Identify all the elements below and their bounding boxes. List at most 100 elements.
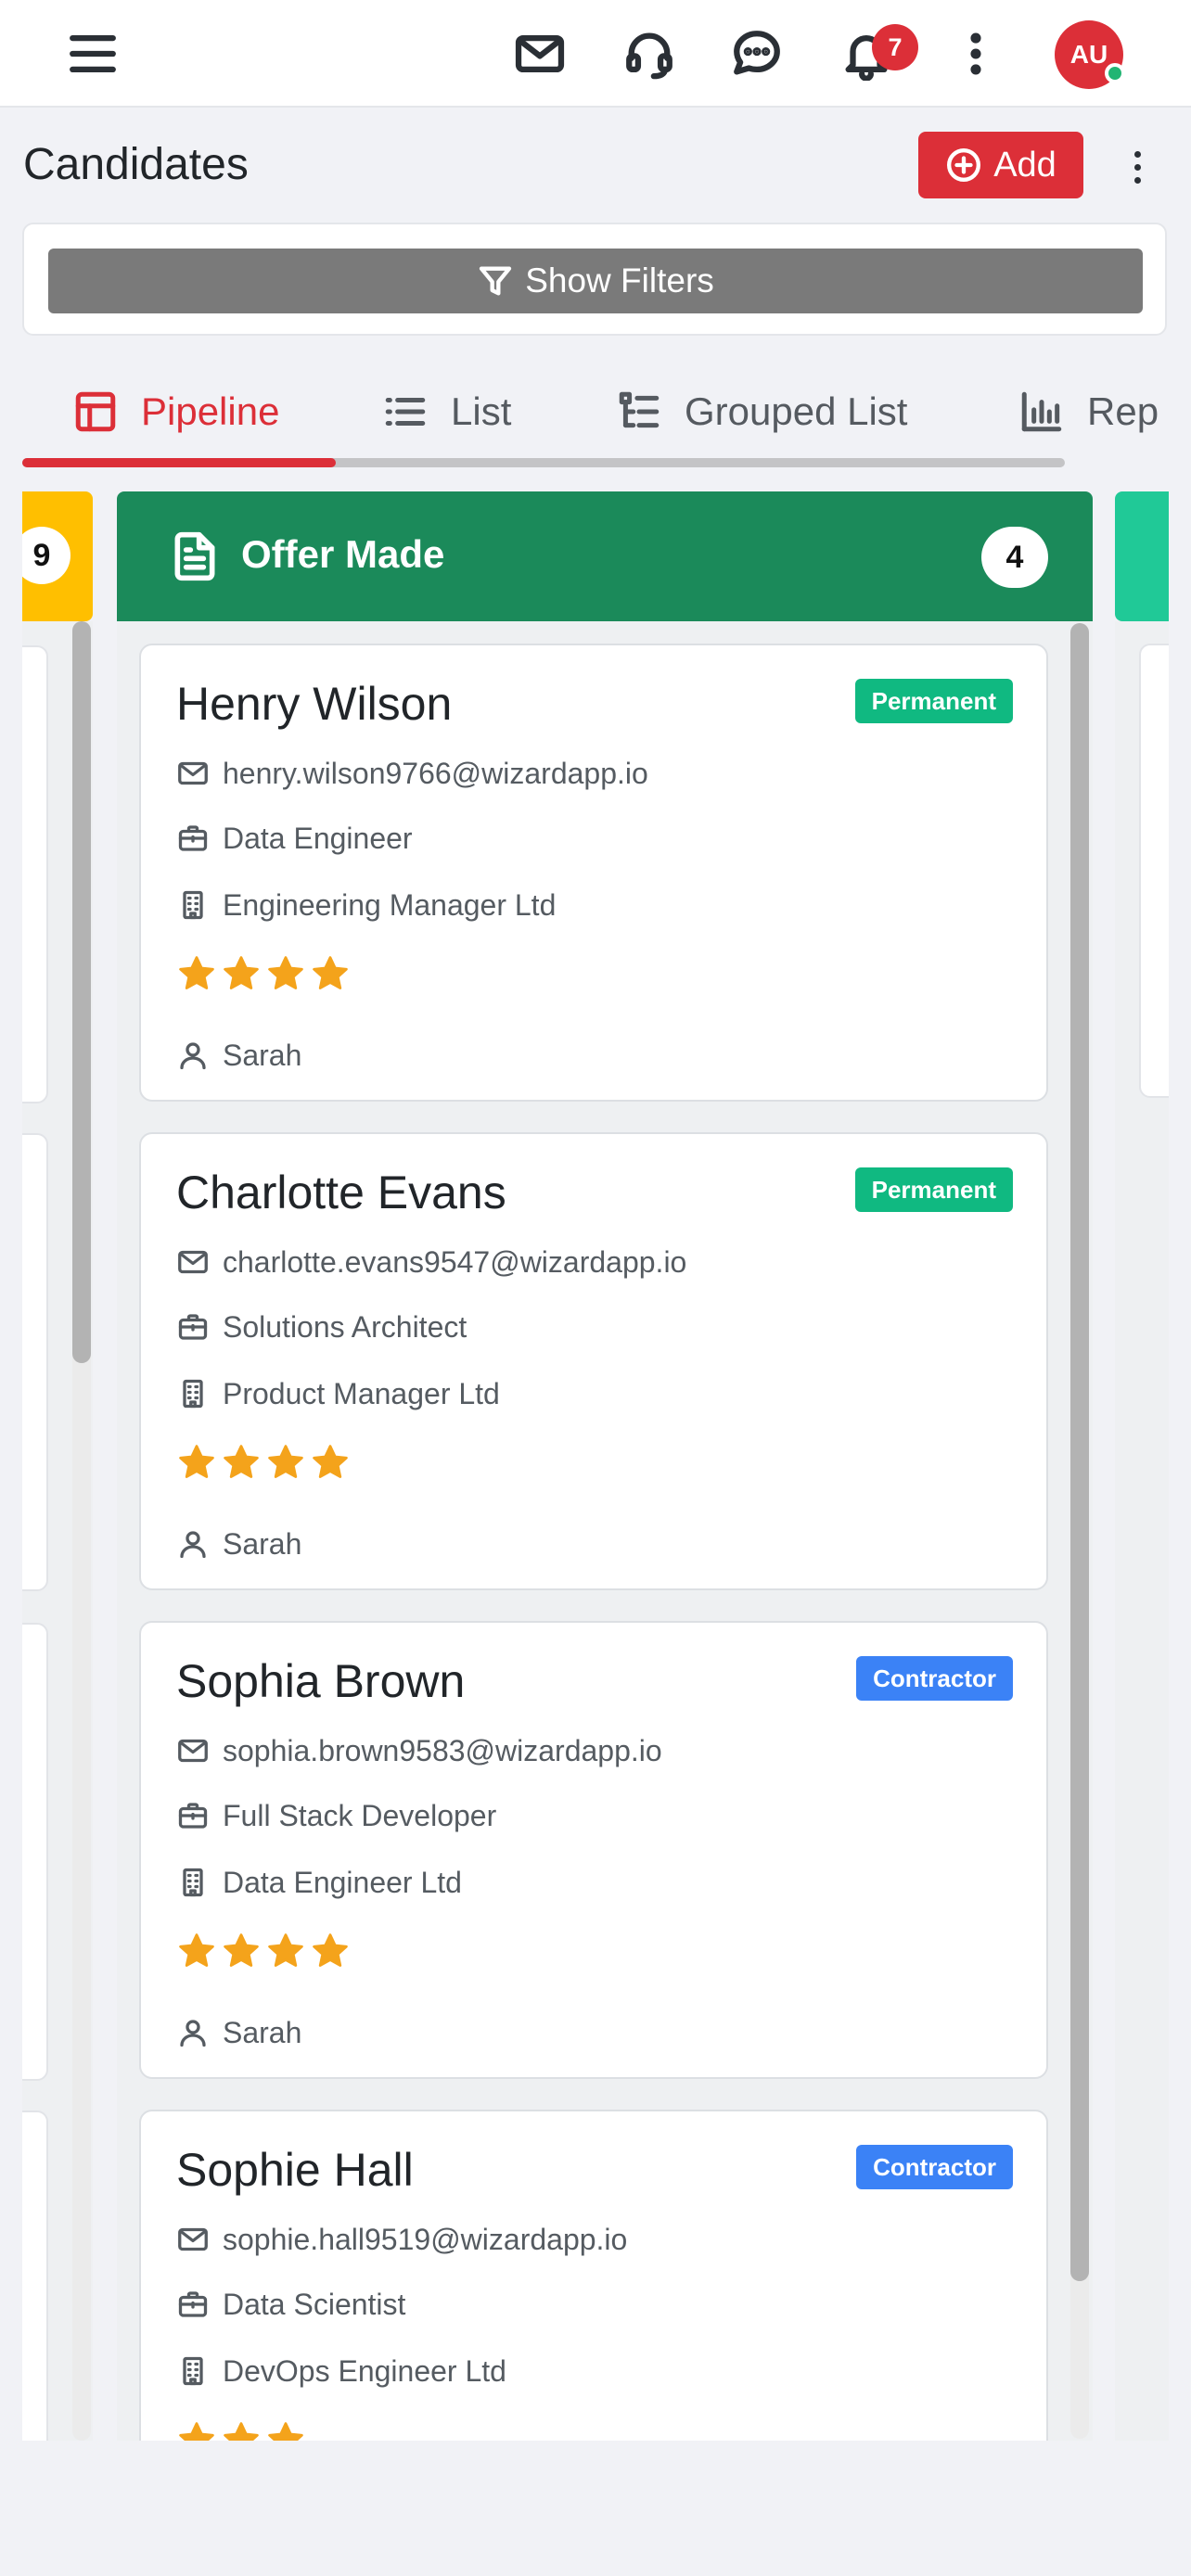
column-scroll-thumb[interactable] <box>1070 623 1089 2281</box>
mail-icon[interactable] <box>505 19 575 89</box>
page-options-kebab-icon[interactable] <box>1119 139 1156 195</box>
candidate-role: Data Scientist <box>223 2287 406 2321</box>
candidate-card[interactable]: Charlotte Evans Permanent charlotte.evan… <box>139 1132 1048 1590</box>
kebab-icon[interactable] <box>941 19 1011 89</box>
star-icon <box>179 1933 214 1967</box>
mail-icon <box>178 2227 208 2251</box>
star-icon <box>179 2422 214 2441</box>
tab-reports-label: Rep <box>1087 389 1159 433</box>
candidate-rating <box>176 2419 306 2441</box>
candidate-rating <box>176 953 351 1000</box>
candidate-card[interactable]: Sophia Brown Contractor sophia.brown9583… <box>139 1621 1048 2079</box>
candidate-rating <box>176 1442 351 1488</box>
previous-column-card[interactable] <box>22 1133 48 1591</box>
chat-icon[interactable] <box>722 19 792 89</box>
view-tabs: Pipeline List Grouped List Rep <box>22 369 1191 471</box>
user-icon <box>180 1042 206 1070</box>
candidate-rating <box>176 1931 351 1977</box>
briefcase-icon <box>178 2291 208 2317</box>
candidate-email-row: sophia.brown9583@wizardapp.io <box>176 1728 662 1773</box>
candidate-company: Product Manager Ltd <box>223 1376 500 1410</box>
candidate-role: Solutions Architect <box>223 1309 467 1344</box>
previous-column-card[interactable] <box>22 645 48 1103</box>
candidate-owner-row: Sarah <box>176 2010 301 2055</box>
candidate-email-row: henry.wilson9766@wizardapp.io <box>176 751 648 796</box>
candidate-company: Engineering Manager Ltd <box>223 887 557 922</box>
bar-chart-icon <box>1021 391 1062 432</box>
candidate-name[interactable]: Henry Wilson <box>176 677 452 731</box>
mail-icon <box>178 1739 208 1763</box>
previous-column-card[interactable] <box>22 1623 48 2081</box>
menu-icon[interactable] <box>58 19 128 89</box>
grouped-list-icon <box>619 391 660 428</box>
employment-type-badge: Contractor <box>856 2145 1013 2189</box>
bell-icon[interactable]: 7 <box>831 19 918 89</box>
tab-reports[interactable]: Rep <box>1018 386 1159 438</box>
candidate-email[interactable]: sophia.brown9583@wizardapp.io <box>223 1734 662 1768</box>
star-icon <box>268 2422 303 2441</box>
candidate-role-row: Data Engineer <box>176 816 413 861</box>
candidate-role-row: Data Scientist <box>176 2282 405 2327</box>
tab-grouped-list[interactable]: Grouped List <box>616 386 907 438</box>
column-count-badge: 4 <box>981 527 1048 588</box>
candidate-role: Data Engineer <box>223 821 413 855</box>
candidate-company-row: Product Manager Ltd <box>176 1371 500 1416</box>
building-icon <box>183 890 203 920</box>
previous-column-card[interactable] <box>22 2111 48 2441</box>
online-status-dot <box>1105 63 1125 83</box>
avatar-initials: AU <box>1069 40 1108 69</box>
tab-list-label: List <box>451 389 512 433</box>
employment-type-badge: Contractor <box>856 1656 1013 1701</box>
candidate-email[interactable]: henry.wilson9766@wizardapp.io <box>223 757 648 791</box>
candidate-name[interactable]: Sophie Hall <box>176 2143 414 2197</box>
star-icon <box>313 956 348 989</box>
candidate-owner-row: Sarah <box>176 1522 301 1566</box>
avatar[interactable]: AU <box>1055 20 1125 89</box>
star-icon <box>179 1445 214 1478</box>
add-candidate-button[interactable]: Add <box>918 132 1083 198</box>
show-filters-button[interactable]: Show Filters <box>48 249 1143 313</box>
employment-type-badge: Permanent <box>854 679 1013 723</box>
candidate-email[interactable]: sophie.hall9519@wizardapp.io <box>223 2223 627 2257</box>
candidate-company-row: Engineering Manager Ltd <box>176 883 556 927</box>
tab-list[interactable]: List <box>382 386 511 438</box>
candidate-email-row: sophie.hall9519@wizardapp.io <box>176 2217 627 2262</box>
mail-icon <box>178 761 208 785</box>
candidate-name[interactable]: Charlotte Evans <box>176 1166 506 1219</box>
candidate-card[interactable]: Sophie Hall Contractor sophie.hall9519@w… <box>139 2110 1048 2441</box>
candidate-company-row: Data Engineer Ltd <box>176 1860 462 1905</box>
column-header[interactable]: Offer Made 4 <box>117 491 1093 621</box>
candidate-role-row: Solutions Architect <box>176 1305 467 1349</box>
user-icon <box>180 2020 206 2047</box>
mail-icon <box>178 1250 208 1274</box>
filters-panel: Show Filters <box>22 223 1167 336</box>
briefcase-icon <box>178 1314 208 1340</box>
star-icon <box>224 956 259 989</box>
star-icon <box>179 956 214 989</box>
star-icon <box>268 956 303 989</box>
candidate-email-row: charlotte.evans9547@wizardapp.io <box>176 1240 686 1284</box>
tab-grouped-list-label: Grouped List <box>685 389 908 433</box>
candidate-email[interactable]: charlotte.evans9547@wizardapp.io <box>223 1245 686 1280</box>
star-icon <box>268 1445 303 1478</box>
next-column-card[interactable] <box>1139 644 1169 1098</box>
candidate-owner: Sarah <box>223 2015 302 2049</box>
column-card-list: Henry Wilson Permanent henry.wilson9766@… <box>117 621 1093 2441</box>
candidate-owner: Sarah <box>223 1038 302 1072</box>
pipeline-icon <box>75 391 116 432</box>
star-icon <box>313 1445 348 1478</box>
page-title: Candidates <box>23 140 249 189</box>
top-bar: 7 AU <box>0 0 1191 108</box>
candidate-name[interactable]: Sophia Brown <box>176 1654 465 1708</box>
tab-pipeline[interactable]: Pipeline <box>72 386 279 438</box>
list-icon <box>385 398 426 426</box>
previous-column-scroll-thumb[interactable] <box>72 621 91 1363</box>
star-icon <box>224 1445 259 1478</box>
candidate-role-row: Full Stack Developer <box>176 1793 496 1838</box>
briefcase-icon <box>178 825 208 851</box>
headset-icon[interactable] <box>614 19 685 89</box>
candidate-card[interactable]: Henry Wilson Permanent henry.wilson9766@… <box>139 644 1048 1102</box>
document-icon <box>174 531 215 581</box>
building-icon <box>183 1379 203 1409</box>
next-column-header[interactable] <box>1115 491 1169 621</box>
